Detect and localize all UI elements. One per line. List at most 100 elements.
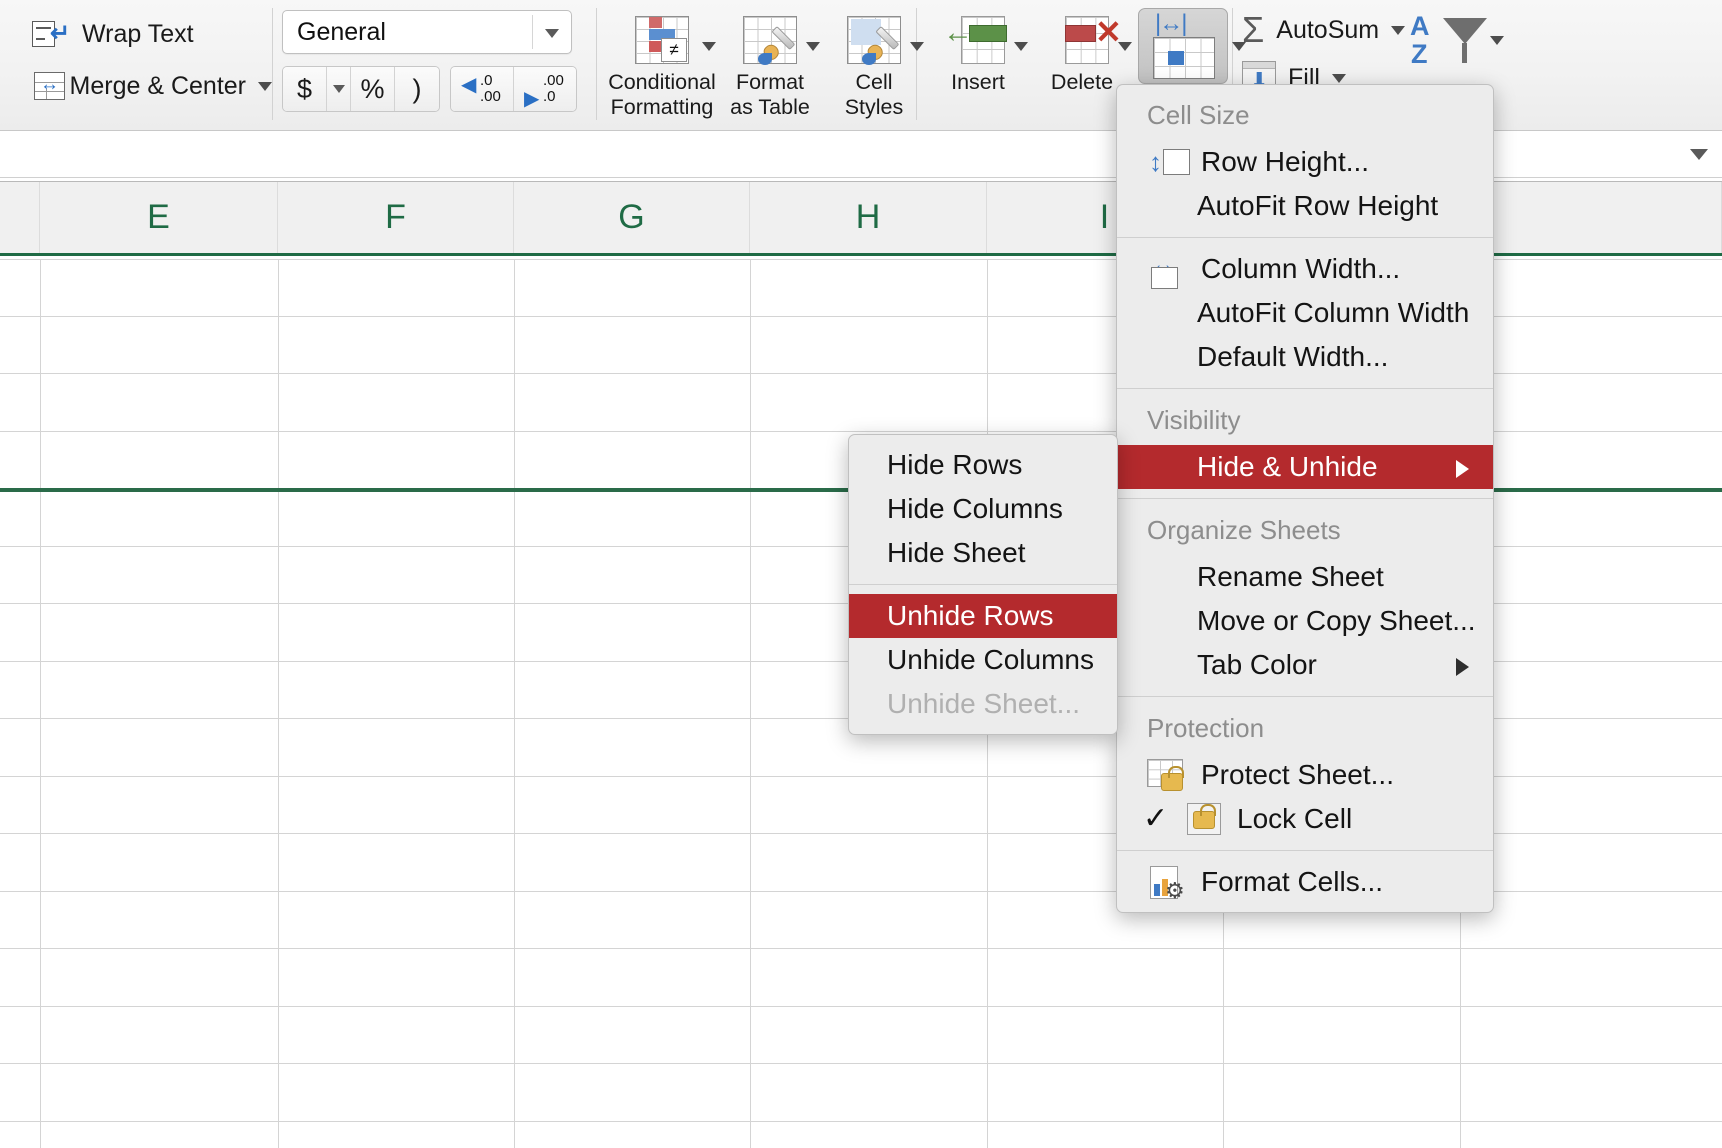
alignment-group: ↵ Wrap Text ↔ Merge & Center [22,8,272,112]
menu-item-autofit-column-width[interactable]: AutoFit Column Width [1117,291,1493,335]
column-header-e[interactable]: E [40,182,278,253]
sort-a-label: A [1410,11,1430,41]
menu-item-protect-sheet[interactable]: Protect Sheet... [1117,753,1493,797]
menu-item-hide-unhide[interactable]: Hide & Unhide [1117,445,1493,489]
submenu-item-label: Hide Rows [887,449,1023,480]
menu-item-move-or-copy-sheet[interactable]: Move or Copy Sheet... [1117,599,1493,643]
menu-item-label: Move or Copy Sheet... [1197,605,1476,636]
wrap-text-button[interactable]: ↵ Wrap Text [22,8,272,60]
grid-column-line [278,259,279,1148]
menu-item-label: Column Width... [1201,253,1401,284]
submenu-arrow-icon [1456,460,1469,478]
menu-item-label: Format Cells... [1201,866,1384,897]
increase-decimal-button[interactable]: .00 ▶ .0 [514,67,576,111]
menu-item-default-width[interactable]: Default Width... [1117,335,1493,379]
not-equal-badge: ≠ [661,38,687,62]
column-header-f[interactable]: F [278,182,514,253]
chevron-down-icon[interactable] [258,81,272,91]
menu-item-label: AutoFit Row Height [1197,190,1439,221]
menu-item-autofit-row-height[interactable]: AutoFit Row Height [1117,184,1493,228]
cell-styles-label: Cell Styles [844,70,904,119]
sort-filter-button[interactable]: A Z [1410,11,1504,74]
filter-funnel-icon [1443,18,1487,44]
column-header-g[interactable]: G [514,182,750,253]
chevron-down-icon[interactable] [702,42,716,51]
menu-separator [1117,237,1493,238]
format-button[interactable]: |↔| [1138,8,1228,84]
grid-row-line [0,948,1722,949]
chevron-down-icon[interactable] [1014,42,1028,51]
ribbon-divider-1 [272,8,273,120]
number-format-cluster: $ % ) [282,66,440,112]
conditional-formatting-button[interactable]: ≠ Conditional Formatting [606,6,718,120]
chevron-down-icon[interactable] [1118,42,1132,51]
chevron-down-icon[interactable] [1391,25,1406,35]
menu-item-rename-sheet[interactable]: Rename Sheet [1117,555,1493,599]
menu-section-header: Protection [1147,713,1265,743]
merge-center-button[interactable]: ↔ Merge & Center [22,60,272,112]
delete-icon: ✕ [1047,14,1122,66]
checkmark-icon: ✓ [1143,802,1169,835]
menu-separator [1117,388,1493,389]
row-header-corner [0,182,40,253]
submenu-item-unhide-sheet: Unhide Sheet... [849,682,1117,726]
autosum-label: AutoSum [1276,15,1380,44]
menu-section-header: Cell Size [1147,100,1250,130]
percent-button[interactable]: % [351,67,395,111]
menu-item-format-cells[interactable]: ⚙ Format Cells... [1117,860,1493,904]
menu-item-row-height[interactable]: ↕ Row Height... [1117,140,1493,184]
submenu-item-hide-columns[interactable]: Hide Columns [849,487,1117,531]
currency-dropdown-button[interactable] [327,67,351,111]
menu-item-tab-color[interactable]: Tab Color [1117,643,1493,687]
submenu-item-unhide-rows[interactable]: Unhide Rows [849,594,1117,638]
chevron-down-icon[interactable] [545,29,559,38]
grid-column-line [514,259,515,1148]
protect-sheet-icon [1145,759,1189,793]
grid-row-line [0,1006,1722,1007]
autosum-button[interactable]: Σ AutoSum [1242,6,1406,54]
delete-cells-button[interactable]: ✕ Delete [1030,6,1134,95]
grid-row-line [0,1063,1722,1064]
chevron-down-icon [332,85,345,93]
formula-bar-expand-icon[interactable] [1690,149,1708,160]
menu-item-label: Hide & Unhide [1197,451,1378,482]
format-dropdown-menu[interactable]: Cell Size ↕ Row Height... AutoFit Row Heigh… [1116,84,1494,913]
cell-styles-icon [843,14,905,66]
cell-styles-button[interactable]: Cell Styles [822,6,926,120]
currency-button[interactable]: $ [283,67,327,111]
format-as-table-label: Format as Table [730,70,810,119]
merge-center-label: Merge & Center [69,71,246,100]
styles-group: ≠ Conditional Formatting Format as Table [606,6,926,120]
submenu-item-hide-rows[interactable]: Hide Rows [849,443,1117,487]
submenu-arrow-icon [1456,658,1469,676]
grid-row-line [0,1121,1722,1122]
column-header-partial-1[interactable] [1460,182,1722,253]
chevron-down-icon[interactable] [910,42,924,51]
conditional-formatting-label: Conditional Formatting [608,70,716,119]
format-as-table-button[interactable]: Format as Table [718,6,822,120]
menu-item-label: Rename Sheet [1197,561,1384,592]
submenu-item-unhide-columns[interactable]: Unhide Columns [849,638,1117,682]
number-buttons-row: $ % ) ◀ .0 .00 .00 ▶ .0 [282,66,577,112]
chevron-down-icon[interactable] [1490,36,1504,45]
submenu-item-label: Unhide Columns [887,644,1094,675]
merge-center-icon: ↔ [32,71,65,101]
menu-item-lock-cell[interactable]: ✓ Lock Cell [1117,797,1493,841]
menu-section-header: Organize Sheets [1147,515,1341,545]
sort-z-label: Z [1411,39,1428,69]
hide-unhide-submenu[interactable]: Hide Rows Hide Columns Hide Sheet Unhide Ro… [848,434,1118,735]
menu-separator [1117,696,1493,697]
chevron-down-icon[interactable] [806,42,820,51]
menu-item-label: Default Width... [1197,341,1389,372]
menu-item-column-width[interactable]: ↔ Column Width... [1117,247,1493,291]
chevron-down-icon[interactable] [1331,73,1346,83]
insert-cells-button[interactable]: ← Insert [926,6,1030,95]
column-header-h[interactable]: H [750,182,987,253]
submenu-item-label: Unhide Rows [887,600,1054,631]
decrease-decimal-button[interactable]: ◀ .0 .00 [451,67,514,111]
submenu-item-hide-sheet[interactable]: Hide Sheet [849,531,1117,575]
comma-style-button[interactable]: ) [395,67,439,111]
grid-column-line [750,259,751,1148]
number-format-select[interactable]: General [282,10,572,54]
menu-section-header: Visibility [1147,405,1241,435]
